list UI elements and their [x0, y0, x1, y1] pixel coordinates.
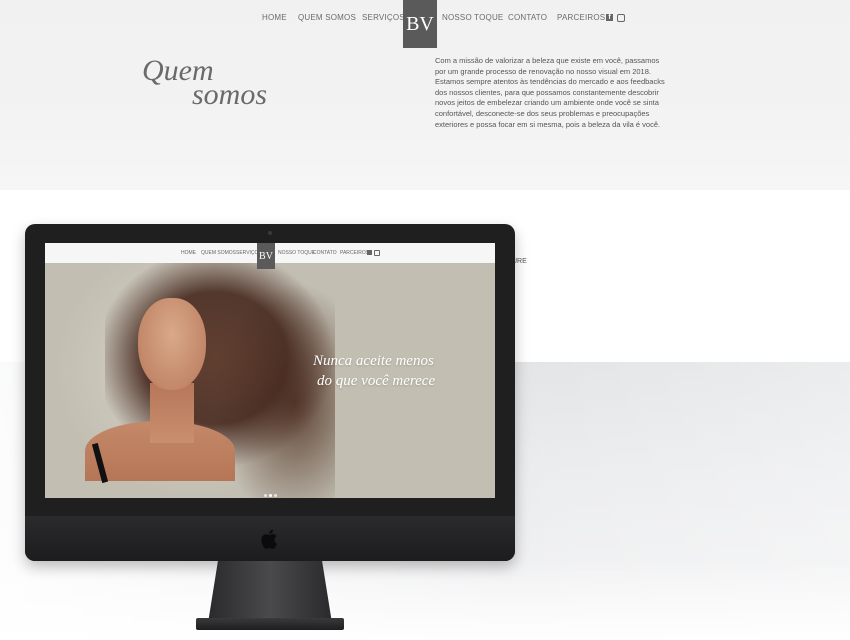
nav-contato[interactable]: CONTATO [508, 13, 547, 22]
hero-headline: Nunca aceite menos do que você merece [313, 351, 435, 391]
nav-quem-somos[interactable]: QUEM SOMOS [298, 13, 356, 22]
hero-face [138, 298, 206, 390]
nav-servicos[interactable]: SERVIÇOS [362, 13, 405, 22]
monitor-screen: Nunca aceite menos do que você merece HO… [45, 243, 495, 498]
screen-instagram-icon[interactable] [374, 250, 380, 256]
screen-nav-quem-somos[interactable]: QUEM SOMOS [201, 250, 236, 256]
screen-facebook-icon[interactable] [367, 250, 372, 255]
instagram-icon[interactable] [617, 14, 625, 22]
top-nav: HOME QUEM SOMOS SERVIÇOS BV NOSSO TOQUE … [0, 0, 850, 48]
facebook-icon[interactable]: f [606, 14, 613, 21]
bottom-fade [0, 560, 850, 640]
hero-headline-line2: do que você merece [317, 373, 436, 389]
hero-headline-line1: Nunca aceite menos [313, 353, 434, 369]
screen-logo[interactable]: BV [257, 243, 275, 269]
screen-nav-parceiros[interactable]: PARCEIROS [340, 250, 369, 256]
about-paragraph: Com a missão de valorizar a beleza que e… [435, 56, 665, 129]
nav-parceiros[interactable]: PARCEIROS [557, 13, 605, 22]
nav-home[interactable]: HOME [262, 13, 287, 22]
slider-dots[interactable] [264, 484, 279, 498]
hero-neck [150, 383, 194, 443]
monitor-stand [208, 561, 332, 623]
screen-nav-nosso-toque[interactable]: NOSSO TOQUE [278, 250, 315, 256]
screen-nav-home[interactable]: HOME [181, 250, 196, 256]
nav-nosso-toque[interactable]: NOSSO TOQUE [442, 13, 503, 22]
logo[interactable]: BV [403, 0, 437, 48]
apple-logo-icon [261, 529, 277, 549]
screen-nav-contato[interactable]: CONTATO [313, 250, 337, 256]
section-title-line2: somos [192, 78, 268, 111]
camera-dot [268, 231, 272, 235]
monitor-base [196, 618, 344, 630]
